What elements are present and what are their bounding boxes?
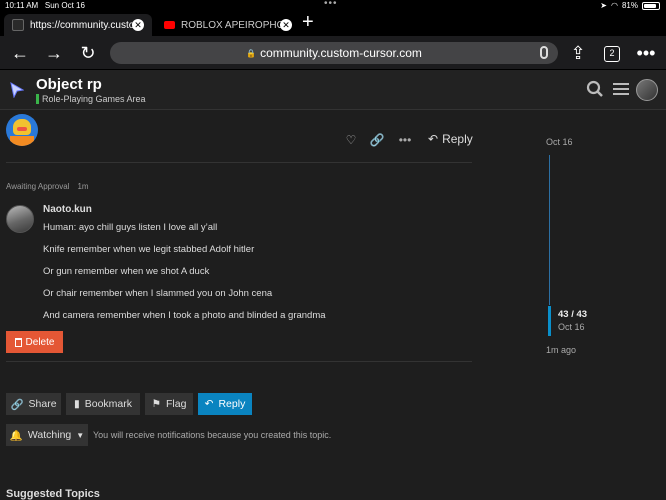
wifi-icon: ◠ bbox=[611, 1, 618, 10]
tab-youtube[interactable]: ROBLOX APEIROPHOBIA ✕ bbox=[156, 14, 298, 36]
multitask-dots-icon[interactable]: ••• bbox=[324, 0, 338, 9]
post-reply-button[interactable]: ↶ Reply bbox=[428, 132, 473, 146]
category-badge[interactable]: Role-Playing Games Area bbox=[36, 94, 146, 104]
post-line: Or gun remember when we shot A duck bbox=[43, 266, 210, 277]
page-title[interactable]: Object rp bbox=[36, 76, 102, 93]
category-color-swatch bbox=[36, 94, 39, 104]
reply-label: Reply bbox=[218, 398, 246, 410]
avatar[interactable] bbox=[6, 205, 34, 233]
flag-icon: ⚑ bbox=[151, 398, 161, 410]
post-actions: ♡ bbox=[342, 131, 360, 149]
reply-arrow-icon: ↶ bbox=[428, 132, 439, 146]
flag-label: Flag bbox=[165, 398, 187, 410]
new-tab-icon[interactable]: + bbox=[302, 12, 314, 32]
forward-arrow-icon[interactable]: → bbox=[42, 42, 66, 64]
post-line: And camera remember when I took a photo … bbox=[43, 310, 326, 321]
search-icon[interactable] bbox=[586, 80, 604, 98]
post-divider bbox=[6, 361, 472, 362]
awaiting-approval-label: Awaiting Approval 1m bbox=[6, 182, 89, 191]
notification-level: Watching bbox=[27, 429, 72, 441]
category-label: Role-Playing Games Area bbox=[42, 94, 146, 104]
url-text: community.custom-cursor.com bbox=[260, 46, 422, 60]
approval-status: Awaiting Approval bbox=[6, 182, 70, 191]
back-arrow-icon[interactable]: ← bbox=[8, 42, 32, 64]
more-options-icon[interactable]: ••• bbox=[634, 42, 658, 64]
bookmark-label: Bookmark bbox=[84, 398, 133, 410]
more-actions-icon[interactable]: ••• bbox=[396, 133, 414, 147]
post-divider bbox=[6, 162, 472, 163]
post-line: Knife remember when we legit stabbed Ado… bbox=[43, 244, 255, 255]
timeline-handle[interactable] bbox=[548, 306, 551, 336]
bell-icon: 🔔 bbox=[9, 429, 23, 442]
close-tab-icon[interactable]: ✕ bbox=[280, 19, 292, 31]
battery-percent: 81% bbox=[621, 1, 638, 10]
timeline-last-activity[interactable]: 1m ago bbox=[546, 345, 576, 355]
reply-label: Reply bbox=[442, 132, 473, 146]
suggested-topics-heading: Suggested Topics bbox=[6, 488, 100, 500]
site-logo-icon[interactable] bbox=[10, 82, 24, 98]
share-icon[interactable]: ⇪ bbox=[566, 42, 590, 64]
tab-title: ROBLOX APEIROPHOBIA bbox=[181, 19, 285, 31]
avatar[interactable] bbox=[6, 114, 38, 146]
timeline-start-date[interactable]: Oct 16 bbox=[546, 137, 573, 147]
delete-button[interactable]: Delete bbox=[6, 331, 63, 353]
reload-icon[interactable]: ↻ bbox=[76, 42, 100, 64]
username[interactable]: Naoto.kun bbox=[43, 204, 92, 215]
tab-community[interactable]: https://community.custom-cursor.com ✕ bbox=[4, 14, 152, 36]
user-avatar[interactable] bbox=[636, 79, 658, 101]
share-label: Share bbox=[28, 398, 57, 410]
like-heart-icon[interactable]: ♡ bbox=[342, 133, 360, 147]
share-link-icon: 🔗 bbox=[10, 398, 24, 411]
address-bar[interactable]: 🔒 community.custom-cursor.com bbox=[110, 42, 558, 64]
tab-count-button[interactable]: 2 bbox=[604, 46, 620, 62]
post-age: 1m bbox=[77, 182, 89, 191]
flag-button[interactable]: ⚑ Flag bbox=[145, 393, 193, 415]
share-button[interactable]: 🔗 Share bbox=[6, 393, 61, 415]
notification-description: You will receive notifications because y… bbox=[93, 430, 332, 440]
tab-title: https://community.custom-cursor.com bbox=[30, 19, 134, 31]
lock-icon: 🔒 bbox=[246, 48, 257, 58]
post-line: Or chair remember when I slammed you on … bbox=[43, 288, 273, 299]
youtube-icon bbox=[164, 21, 175, 29]
bookmark-icon: ▮ bbox=[73, 398, 80, 410]
trash-icon bbox=[14, 337, 22, 347]
reply-button[interactable]: ↶ Reply bbox=[198, 393, 252, 415]
chevron-down-icon: ▼ bbox=[76, 430, 85, 440]
location-icon: ➤ bbox=[600, 1, 607, 10]
microphone-icon[interactable] bbox=[540, 46, 548, 59]
hamburger-menu-icon[interactable] bbox=[612, 80, 630, 98]
notification-level-dropdown[interactable]: 🔔 Watching ▼ bbox=[6, 424, 88, 446]
post-line: Human: ayo chill guys listen I love all … bbox=[43, 222, 218, 233]
site-header: Object rp Role-Playing Games Area bbox=[0, 70, 666, 110]
tab-strip: https://community.custom-cursor.com ✕ RO… bbox=[0, 12, 666, 36]
battery-icon bbox=[642, 1, 660, 10]
status-time: 10:11 AM bbox=[5, 1, 39, 10]
link-icon[interactable]: 🔗 bbox=[368, 133, 386, 147]
status-bar: 10:11 AM Sun Oct 16 ••• ➤ ◠ 81% bbox=[0, 0, 666, 12]
close-tab-icon[interactable]: ✕ bbox=[132, 19, 144, 31]
timeline-position-date: Oct 16 bbox=[558, 322, 585, 332]
status-date: Sun Oct 16 bbox=[44, 1, 85, 10]
timeline-position: 43 / 43 bbox=[558, 309, 588, 320]
timeline-scrollbar[interactable] bbox=[549, 155, 550, 305]
browser-toolbar: ← → ↻ 🔒 community.custom-cursor.com ⇪ 2 … bbox=[0, 36, 666, 70]
reply-arrow-icon: ↶ bbox=[204, 398, 214, 410]
discourse-favicon-icon bbox=[12, 19, 24, 31]
delete-label: Delete bbox=[25, 336, 55, 348]
bookmark-button[interactable]: ▮ Bookmark bbox=[66, 393, 140, 415]
